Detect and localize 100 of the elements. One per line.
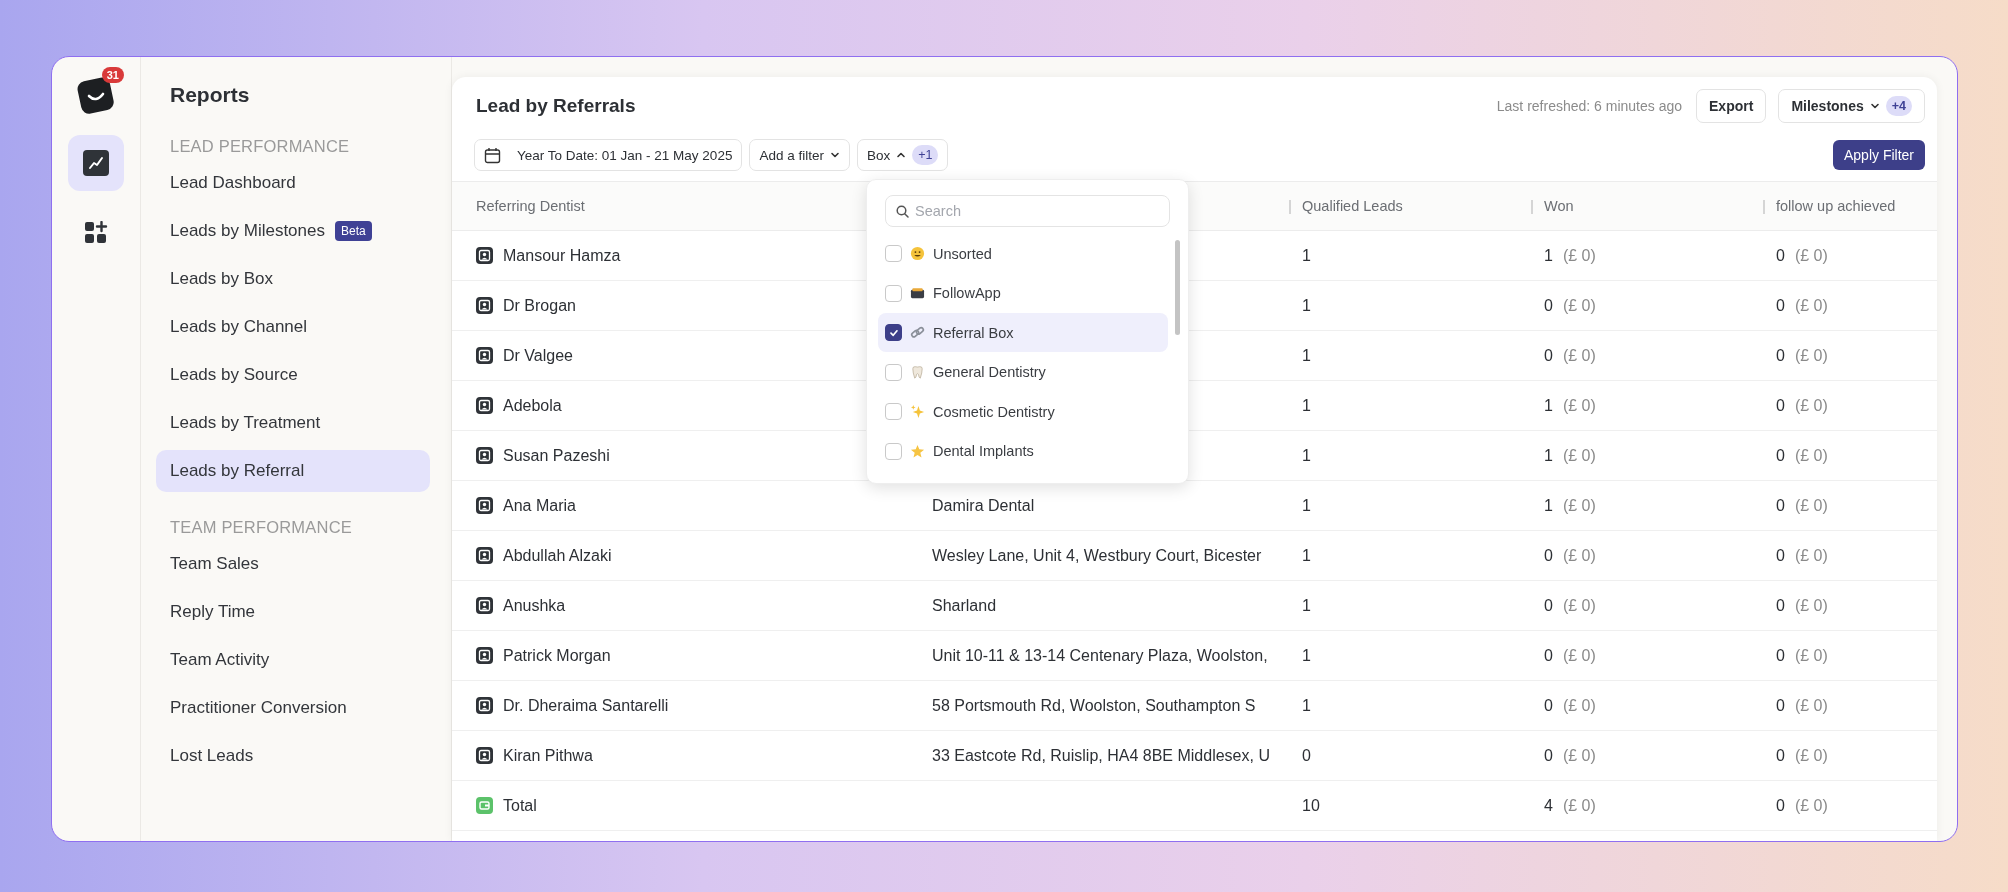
dentist-name: Dr. Dheraima Santarelli bbox=[503, 696, 669, 715]
sidebar-item[interactable]: Practitioner Conversion bbox=[156, 687, 430, 729]
option-label: FollowApp bbox=[933, 285, 1001, 301]
chart-nav-button[interactable] bbox=[68, 135, 124, 191]
sidebar-item[interactable]: Lead Dashboard bbox=[156, 162, 430, 204]
table-cell-text: 1 bbox=[1302, 446, 1312, 465]
beta-badge: Beta bbox=[335, 221, 372, 241]
table-cell: 0 bbox=[1776, 696, 1785, 715]
table-cell: 1 bbox=[1544, 446, 1553, 465]
checkmark-icon bbox=[888, 327, 899, 338]
table-cell-text: 1 bbox=[1302, 496, 1312, 515]
table-cell-text: 1 bbox=[1302, 296, 1312, 315]
smiley-icon bbox=[910, 246, 925, 261]
dentist-name: Abdullah Alzaki bbox=[503, 546, 612, 565]
sidebar-item[interactable]: Reply Time bbox=[156, 591, 430, 633]
contact-card-icon bbox=[476, 397, 493, 414]
amount-text: (£ 0) bbox=[1562, 346, 1596, 365]
add-filter-button[interactable]: Add a filter bbox=[749, 139, 850, 171]
sidebar-item[interactable]: Lost Leads bbox=[156, 735, 430, 777]
dropdown-option[interactable]: Referral Box bbox=[878, 313, 1168, 352]
table-cell-text: 1 bbox=[1302, 346, 1312, 365]
amount-text: (£ 0) bbox=[1562, 246, 1596, 265]
contact-card-icon bbox=[476, 497, 493, 514]
dentist-name: Anushka bbox=[503, 596, 566, 615]
sidebar-item[interactable]: Leads by Referral bbox=[156, 450, 430, 492]
amount-text: (£ 0) bbox=[1562, 496, 1596, 515]
total-label: Total bbox=[503, 796, 537, 815]
sidebar-item[interactable]: Leads by Channel bbox=[156, 306, 430, 348]
sidebar-item[interactable]: Leads by Milestones Beta bbox=[156, 210, 430, 252]
checkbox[interactable] bbox=[885, 324, 902, 341]
table-cell-text: 10 bbox=[1302, 796, 1321, 815]
last-refreshed-text: Last refreshed: 6 minutes ago bbox=[1496, 98, 1683, 114]
column-header: Referring Dentist bbox=[476, 198, 585, 214]
table-cell: 0 bbox=[1776, 496, 1785, 515]
contact-card-icon bbox=[476, 447, 493, 464]
contact-card-icon bbox=[476, 647, 493, 664]
table-cell: 0 bbox=[1544, 746, 1553, 765]
table-cell-text: 1 bbox=[1302, 646, 1312, 665]
milestones-dropdown[interactable]: Milestones +4 bbox=[1778, 89, 1925, 123]
amount-text: (£ 0) bbox=[1794, 796, 1828, 815]
dropdown-option[interactable]: General Dentistry bbox=[878, 352, 1168, 392]
table-cell-text: 1 bbox=[1302, 696, 1312, 715]
count-badge: +4 bbox=[1885, 96, 1912, 116]
option-label: Referral Box bbox=[933, 324, 1014, 341]
dropdown-option[interactable]: FollowApp bbox=[878, 273, 1168, 313]
sidebar-item[interactable]: Leads by Box bbox=[156, 258, 430, 300]
export-button[interactable]: Export bbox=[1696, 89, 1767, 123]
amount-text: (£ 0) bbox=[1794, 746, 1828, 765]
dropdown-option[interactable]: Dental Implants bbox=[878, 431, 1168, 471]
search-field[interactable]: Search bbox=[885, 195, 1170, 227]
apply-filter-button[interactable]: Apply Filter bbox=[1832, 140, 1925, 170]
table-cell: 1 bbox=[1544, 496, 1553, 515]
sidebar-item[interactable]: Leads by Source bbox=[156, 354, 430, 396]
dentist-name: Dr Brogan bbox=[503, 296, 576, 315]
scrollbar[interactable] bbox=[1175, 240, 1180, 335]
table-cell-text: 1 bbox=[1302, 396, 1312, 415]
option-label: Cosmetic Dentistry bbox=[933, 403, 1055, 420]
contact-card-icon bbox=[476, 597, 493, 614]
chevron-icon bbox=[1869, 101, 1880, 111]
dentist-name: Mansour Hamza bbox=[503, 246, 621, 265]
dropdown-option[interactable]: Unsorted bbox=[878, 234, 1168, 273]
contact-card-icon bbox=[476, 347, 493, 364]
amount-text: (£ 0) bbox=[1562, 696, 1596, 715]
table-cell: 0 bbox=[1544, 596, 1553, 615]
amount-text: (£ 0) bbox=[1562, 396, 1596, 415]
sidebar-item[interactable]: Team Sales bbox=[156, 543, 430, 585]
dentist-name: Patrick Morgan bbox=[503, 646, 611, 665]
table-cell-text: Damira Dental bbox=[932, 496, 1036, 515]
table-cell-text: 1 bbox=[1302, 246, 1312, 265]
notification-badge: 31 bbox=[101, 67, 124, 83]
table-cell: 0 bbox=[1776, 346, 1785, 365]
table-cell-text: 0 bbox=[1302, 746, 1312, 765]
amount-text: (£ 0) bbox=[1794, 696, 1828, 715]
amount-text: (£ 0) bbox=[1794, 346, 1828, 365]
amount-text: (£ 0) bbox=[1794, 296, 1828, 315]
sidebar-title: Reports bbox=[170, 82, 251, 108]
amount-text: (£ 0) bbox=[1562, 596, 1596, 615]
table-cell: 0 bbox=[1544, 696, 1553, 715]
contact-card-icon bbox=[476, 697, 493, 714]
report-title: Lead by Referrals bbox=[476, 95, 637, 117]
table-cell: 0 bbox=[1776, 596, 1785, 615]
card-box-icon bbox=[910, 285, 925, 301]
total-icon bbox=[476, 797, 493, 814]
amount-text: (£ 0) bbox=[1562, 796, 1596, 815]
table-cell: 0 bbox=[1776, 746, 1785, 765]
dentist-name: Ana Maria bbox=[503, 496, 576, 515]
table-cell-text: 33 Eastcote Rd, Ruislip, HA4 8BE Middlesex, U bbox=[932, 746, 1271, 765]
section-heading: TEAM PERFORMANCE bbox=[170, 518, 353, 537]
chevron-icon bbox=[829, 150, 840, 160]
amount-text: (£ 0) bbox=[1562, 546, 1596, 565]
contact-card-icon bbox=[476, 747, 493, 764]
box-filter-button[interactable]: Box +1 bbox=[856, 139, 949, 171]
column-header: Qualified Leads bbox=[1302, 198, 1403, 214]
amount-text: (£ 0) bbox=[1562, 296, 1596, 315]
date-range-button[interactable]: Year To Date: 01 Jan - 21 May 2025 bbox=[474, 139, 743, 171]
column-header: follow up achieved bbox=[1776, 198, 1896, 214]
sidebar-item[interactable]: Team Activity bbox=[156, 639, 430, 681]
apps-icon bbox=[84, 221, 108, 245]
sidebar-item[interactable]: Leads by Treatment bbox=[156, 402, 430, 444]
dropdown-option[interactable]: Cosmetic Dentistry bbox=[878, 392, 1168, 431]
